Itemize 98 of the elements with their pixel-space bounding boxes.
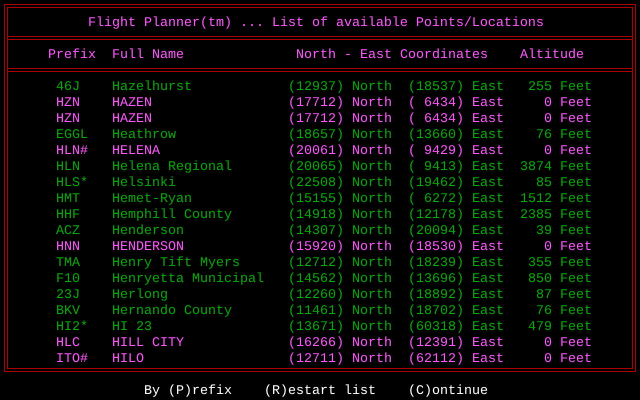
prefix-cell: BKV — [56, 304, 80, 319]
north-coordinate-cell: (14918) North — [288, 208, 392, 223]
east-coordinate-cell: (13696) East — [408, 272, 504, 287]
name-cell: HELENA — [112, 144, 160, 159]
north-coordinate-cell: (15920) North — [288, 240, 392, 255]
altitude-cell: 76 Feet — [536, 304, 592, 319]
east-coordinate-cell: (18239) East — [408, 256, 504, 271]
name-cell: HILL CITY — [112, 336, 184, 351]
screen-title: Flight Planner(tm) ... List of available Points/Locations — [88, 16, 544, 31]
altitude-cell: 355 Feet — [528, 256, 592, 271]
north-coordinate-cell: (20061) North — [288, 144, 392, 159]
prefix-cell: HMT — [56, 192, 80, 207]
north-coordinate-cell: (17712) North — [288, 112, 392, 127]
east-coordinate-cell: (19462) East — [408, 176, 504, 191]
prefix-cell: HLN# — [56, 144, 88, 159]
north-coordinate-cell: (14562) North — [288, 272, 392, 287]
east-coordinate-cell: ( 6272) East — [408, 192, 504, 207]
east-coordinate-cell: (12391) East — [408, 336, 504, 351]
east-coordinate-cell: (12178) East — [408, 208, 504, 223]
prefix-cell: HI2* — [56, 320, 88, 335]
north-coordinate-cell: (11461) North — [288, 304, 392, 319]
prefix-cell: HLC — [56, 336, 80, 351]
altitude-cell: 76 Feet — [536, 128, 592, 143]
east-coordinate-cell: ( 6434) East — [408, 96, 504, 111]
command-option[interactable]: (R)estart list — [264, 384, 376, 399]
prefix-cell: TMA — [56, 256, 80, 271]
north-coordinate-cell: (13671) North — [288, 320, 392, 335]
east-coordinate-cell: ( 9413) East — [408, 160, 504, 175]
prefix-cell: HZN — [56, 96, 80, 111]
prefix-cell: F10 — [56, 272, 80, 287]
altitude-cell: 87 Feet — [536, 288, 592, 303]
command-option[interactable]: (C)ontinue — [408, 384, 488, 399]
east-coordinate-cell: ( 6434) East — [408, 112, 504, 127]
north-coordinate-cell: (14307) North — [288, 224, 392, 239]
name-cell: Hernando County — [112, 304, 232, 319]
east-coordinate-cell: (62112) East — [408, 352, 504, 367]
north-coordinate-cell: (20065) North — [288, 160, 392, 175]
prefix-cell: HZN — [56, 112, 80, 127]
name-cell: Henryetta Municipal — [112, 272, 264, 287]
altitude-cell: 3874 Feet — [520, 160, 592, 175]
altitude-cell: 850 Feet — [528, 272, 592, 287]
prefix-cell: 23J — [56, 288, 80, 303]
altitude-cell: 255 Feet — [528, 80, 592, 95]
name-cell: Hazelhurst — [112, 80, 192, 95]
name-cell: Helena Regional — [112, 160, 232, 175]
east-coordinate-cell: (18530) East — [408, 240, 504, 255]
name-cell: Helsinki — [112, 176, 176, 191]
prefix-cell: ACZ — [56, 224, 80, 239]
prefix-cell: 46J — [56, 80, 80, 95]
east-coordinate-cell: (60318) East — [408, 320, 504, 335]
prefix-cell: HLS* — [56, 176, 88, 191]
east-coordinate-cell: (18702) East — [408, 304, 504, 319]
altitude-cell: 0 Feet — [544, 336, 592, 351]
north-coordinate-cell: (12711) North — [288, 352, 392, 367]
prefix-cell: EGGL — [56, 128, 88, 143]
altitude-cell: 39 Feet — [536, 224, 592, 239]
altitude-cell: 0 Feet — [544, 96, 592, 111]
north-coordinate-cell: (15155) North — [288, 192, 392, 207]
name-cell: Herlong — [112, 288, 168, 303]
name-cell: HAZEN — [112, 112, 152, 127]
name-cell: HI 23 — [112, 320, 152, 335]
east-coordinate-cell: (13660) East — [408, 128, 504, 143]
altitude-cell: 0 Feet — [544, 352, 592, 367]
name-cell: Henderson — [112, 224, 184, 239]
altitude-cell: 1512 Feet — [520, 192, 592, 207]
north-coordinate-cell: (18657) North — [288, 128, 392, 143]
column-header: Prefix — [48, 48, 96, 63]
name-cell: HILO — [112, 352, 144, 367]
column-header: Altitude — [520, 48, 584, 63]
east-coordinate-cell: ( 9429) East — [408, 144, 504, 159]
altitude-cell: 0 Feet — [544, 112, 592, 127]
east-coordinate-cell: (18537) East — [408, 80, 504, 95]
name-cell: Heathrow — [112, 128, 176, 143]
altitude-cell: 479 Feet — [528, 320, 592, 335]
name-cell: Henry Tift Myers — [112, 256, 240, 271]
north-coordinate-cell: (12260) North — [288, 288, 392, 303]
prefix-cell: ITO# — [56, 352, 88, 367]
altitude-cell: 0 Feet — [544, 240, 592, 255]
name-cell: Hemet-Ryan — [112, 192, 192, 207]
prefix-cell: HLN — [56, 160, 80, 175]
column-header: Full Name — [112, 48, 184, 63]
north-coordinate-cell: (12937) North — [288, 80, 392, 95]
name-cell: HENDERSON — [112, 240, 184, 255]
north-coordinate-cell: (16266) North — [288, 336, 392, 351]
prefix-cell: HNN — [56, 240, 80, 255]
east-coordinate-cell: (18892) East — [408, 288, 504, 303]
command-option[interactable]: By (P)refix — [144, 384, 232, 399]
prefix-cell: HHF — [56, 208, 80, 223]
altitude-cell: 85 Feet — [536, 176, 592, 191]
column-header: North - East Coordinates — [296, 48, 488, 63]
north-coordinate-cell: (12712) North — [288, 256, 392, 271]
altitude-cell: 2385 Feet — [520, 208, 592, 223]
north-coordinate-cell: (17712) North — [288, 96, 392, 111]
name-cell: Hemphill County — [112, 208, 232, 223]
name-cell: HAZEN — [112, 96, 152, 111]
east-coordinate-cell: (20094) East — [408, 224, 504, 239]
altitude-cell: 0 Feet — [544, 144, 592, 159]
north-coordinate-cell: (22508) North — [288, 176, 392, 191]
